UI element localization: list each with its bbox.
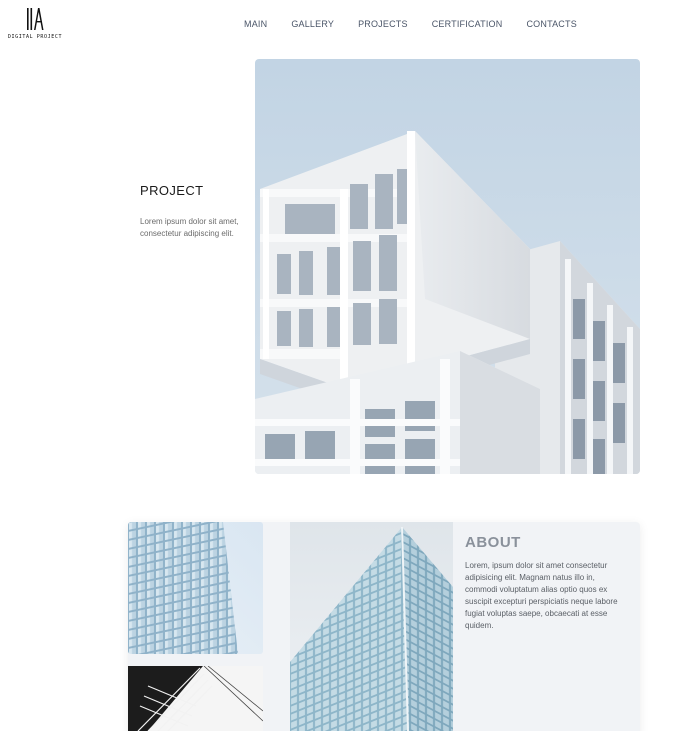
gallery-thumbnail-angled-lines[interactable] [128,666,263,731]
page: DIGITAL PROJECT MAIN GALLERY PROJECTS CE… [0,0,679,731]
nav-item-certification[interactable]: CERTIFICATION [420,17,515,31]
gallery-thumbnail-glass-facade[interactable] [128,522,263,654]
hero-description: Lorem ipsum dolor sit amet, consectetur … [140,217,239,238]
about-title: ABOUT [465,534,521,551]
about-text: Lorem, ipsum dolor sit amet consectetur … [465,561,618,630]
nav-item-projects[interactable]: PROJECTS [346,17,420,31]
nav-item-main[interactable]: MAIN [232,17,279,31]
logo-mark-icon [27,8,44,30]
about-building-photo [290,522,453,731]
logo[interactable]: DIGITAL PROJECT [8,6,61,46]
main-nav: MAIN GALLERY PROJECTS CERTIFICATION CONT… [232,17,589,31]
hero-title: PROJECT [140,183,204,198]
nav-item-gallery[interactable]: GALLERY [279,17,346,31]
hero-building-image [255,59,640,474]
logo-text: DIGITAL PROJECT [7,34,63,40]
nav-item-contacts[interactable]: CONTACTS [514,17,588,31]
